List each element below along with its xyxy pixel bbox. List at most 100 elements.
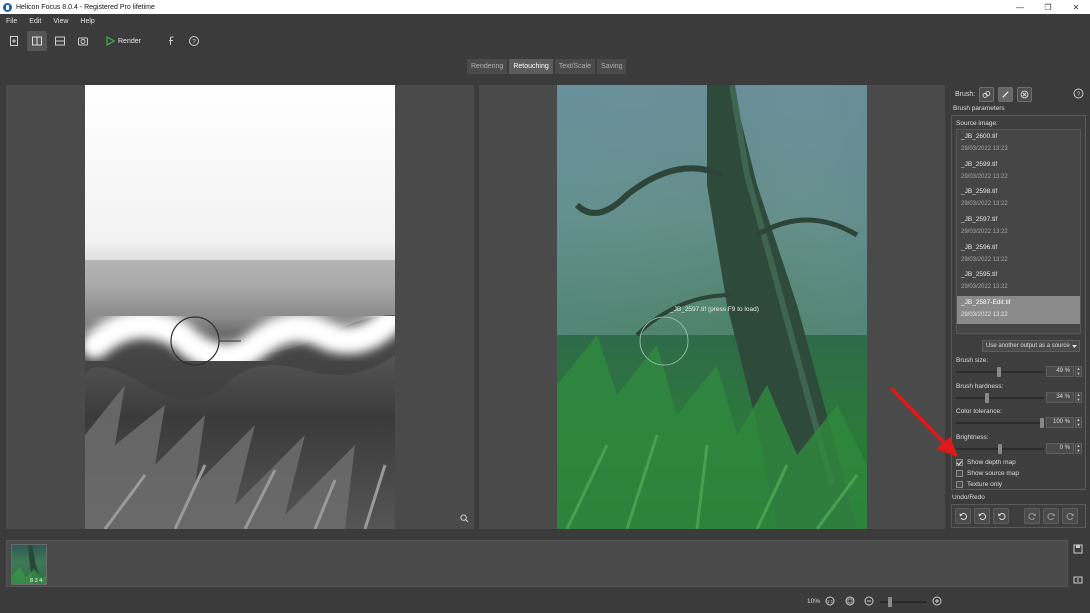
color-tolerance-slider-thumb[interactable]	[1040, 418, 1044, 428]
help-button[interactable]: ?	[184, 31, 204, 51]
spin-arrows-icon[interactable]: ▲ ▼	[1075, 417, 1082, 428]
redo-last-button[interactable]	[1024, 508, 1040, 524]
tab-retouching[interactable]: Retouching	[509, 59, 553, 74]
menu-help[interactable]: Help	[80, 18, 94, 25]
window-title: Helicon Focus 8.0.4 - Registered Pro lif…	[16, 3, 155, 11]
add-file-icon	[10, 36, 18, 46]
source-file-date: 29/03/2022 13:22	[961, 312, 1008, 319]
zoom-tool-icon[interactable]	[460, 514, 469, 523]
menu-file[interactable]: File	[6, 18, 17, 25]
source-file-date: 29/03/2022 13:22	[961, 284, 1008, 291]
brush-tool-button[interactable]	[998, 86, 1014, 102]
source-file-date: 29/03/2022 13:22	[961, 256, 1008, 263]
depth-map-image[interactable]	[85, 85, 395, 529]
zoom-slider-thumb[interactable]	[888, 597, 892, 607]
show-source-map-label[interactable]: Show source map	[967, 470, 1019, 477]
brush-hardness-control: Brush hardness: 34 % ▲ ▼	[956, 383, 1082, 407]
export-output-icon[interactable]	[1073, 575, 1083, 585]
redo-all-icon	[1065, 512, 1074, 520]
stacked-view-button[interactable]	[50, 31, 70, 51]
color-tolerance-slider[interactable]	[956, 418, 1044, 428]
brush-size-value[interactable]: 49 %	[1046, 366, 1074, 377]
panel-help-icon[interactable]: ?	[1073, 88, 1084, 99]
zoom-out-icon[interactable]	[864, 596, 874, 606]
list-item[interactable]: _JB_2599.tif 29/03/2022 13:22	[957, 158, 1080, 186]
facebook-icon	[168, 36, 174, 45]
texture-only-label[interactable]: Texture only	[967, 481, 1002, 488]
helicon-logo-icon	[3, 2, 12, 12]
output-thumbnail[interactable]: 8 3 4	[11, 544, 47, 585]
redo-step-button[interactable]	[1043, 508, 1059, 524]
source-file-name: _JB_2596.tif	[961, 243, 998, 251]
source-file-name: _JB_2587-Edit.tif	[961, 299, 1011, 307]
undo-redo-group	[951, 504, 1086, 528]
source-file-date: 29/03/2022 13:22	[961, 229, 1008, 236]
menu-bar: File Edit View Help	[0, 14, 1090, 28]
minimize-button[interactable]: —	[1006, 0, 1034, 14]
brightness-control: Brightness: 0 % ▲ ▼	[956, 434, 1082, 458]
list-item[interactable]: _JB_2600.tif 29/03/2022 13:23	[957, 130, 1080, 158]
source-file-name: _JB_2599.tif	[961, 160, 998, 168]
undo-last-button[interactable]	[993, 508, 1009, 524]
facebook-button[interactable]	[161, 31, 181, 51]
menu-edit[interactable]: Edit	[29, 18, 41, 25]
single-view-button[interactable]	[73, 31, 93, 51]
show-source-map-row[interactable]: Show source map	[956, 468, 1019, 478]
list-item[interactable]: _JB_2598.tif 29/03/2022 13:22	[957, 185, 1080, 213]
brush-hardness-slider-thumb[interactable]	[985, 393, 989, 403]
brush-hardness-value[interactable]: 34 %	[1046, 392, 1074, 403]
list-item-selected[interactable]: _JB_2587-Edit.tif 29/03/2022 13:22	[957, 296, 1080, 324]
spin-arrows-icon[interactable]: ▲ ▼	[1075, 366, 1082, 377]
result-viewer[interactable]: _JB_2597.tif (press F9 to load)	[479, 85, 945, 529]
use-another-output-dropdown[interactable]: Use another output as a source	[982, 340, 1080, 352]
list-item[interactable]: _JB_2597.tif 29/03/2022 13:22	[957, 213, 1080, 241]
brightness-slider[interactable]	[956, 444, 1044, 454]
maximize-button[interactable]: ❐	[1034, 0, 1062, 14]
texture-only-row[interactable]: Texture only	[956, 479, 1002, 489]
source-image-list[interactable]: _JB_2600.tif 29/03/2022 13:23 _JB_2599.t…	[956, 129, 1081, 334]
source-file-date: 29/03/2022 13:23	[961, 146, 1008, 152]
mode-tabs: Rendering Retouching Text/Scale Saving	[467, 59, 628, 74]
side-by-side-view-button[interactable]	[27, 31, 47, 51]
brightness-slider-thumb[interactable]	[998, 444, 1002, 454]
spin-arrows-icon[interactable]: ▲ ▼	[1075, 443, 1082, 454]
chevron-down-icon	[1072, 345, 1077, 348]
output-filmstrip[interactable]: 8 3 4	[6, 540, 1068, 587]
brush-size-slider[interactable]	[956, 367, 1044, 377]
add-images-button[interactable]	[4, 31, 24, 51]
eraser-tool-button[interactable]	[1017, 86, 1033, 102]
render-button[interactable]: Render	[100, 31, 147, 51]
zoom-level: 10%	[807, 598, 821, 605]
source-file-date: 29/03/2022 13:22	[961, 173, 1008, 180]
show-depth-map-label[interactable]: Show depth map	[967, 459, 1016, 466]
brightness-value[interactable]: 0 %	[1046, 443, 1074, 454]
tab-rendering[interactable]: Rendering	[467, 59, 508, 74]
texture-only-checkbox[interactable]	[956, 480, 963, 488]
zoom-in-icon[interactable]	[932, 596, 942, 606]
list-item[interactable]: _JB_2595.tif 29/03/2022 13:22	[957, 268, 1080, 296]
depth-map-viewer[interactable]	[6, 85, 474, 529]
eraser-circle-icon	[1020, 90, 1029, 98]
clone-stamp-icon	[982, 90, 991, 98]
tab-saving[interactable]: Saving	[597, 59, 627, 74]
brush-hardness-slider[interactable]	[956, 393, 1044, 403]
redo-all-button[interactable]	[1062, 508, 1078, 524]
undo-all-button[interactable]	[955, 508, 971, 524]
zoom-fit-icon[interactable]: 1:1	[825, 596, 835, 606]
clone-brush-button[interactable]	[979, 86, 995, 102]
close-button[interactable]: ✕	[1062, 0, 1090, 14]
title-bar: Helicon Focus 8.0.4 - Registered Pro lif…	[0, 0, 1090, 14]
brush-size-control: Brush size: 49 % ▲ ▼	[956, 357, 1082, 381]
tab-text-scale[interactable]: Text/Scale	[554, 59, 596, 74]
menu-view[interactable]: View	[53, 18, 68, 25]
show-source-map-checkbox[interactable]	[956, 469, 963, 477]
zoom-slider[interactable]	[880, 597, 926, 607]
save-output-icon[interactable]	[1073, 544, 1083, 554]
undo-step-button[interactable]	[974, 508, 990, 524]
spin-arrows-icon[interactable]: ▲ ▼	[1075, 392, 1082, 403]
list-item[interactable]: _JB_2596.tif 29/03/2022 13:22	[957, 241, 1080, 269]
brush-size-label: Brush size:	[956, 357, 989, 364]
zoom-to-fit-icon[interactable]	[845, 596, 855, 606]
color-tolerance-value[interactable]: 100 %	[1046, 417, 1074, 428]
brush-size-slider-thumb[interactable]	[997, 367, 1001, 377]
